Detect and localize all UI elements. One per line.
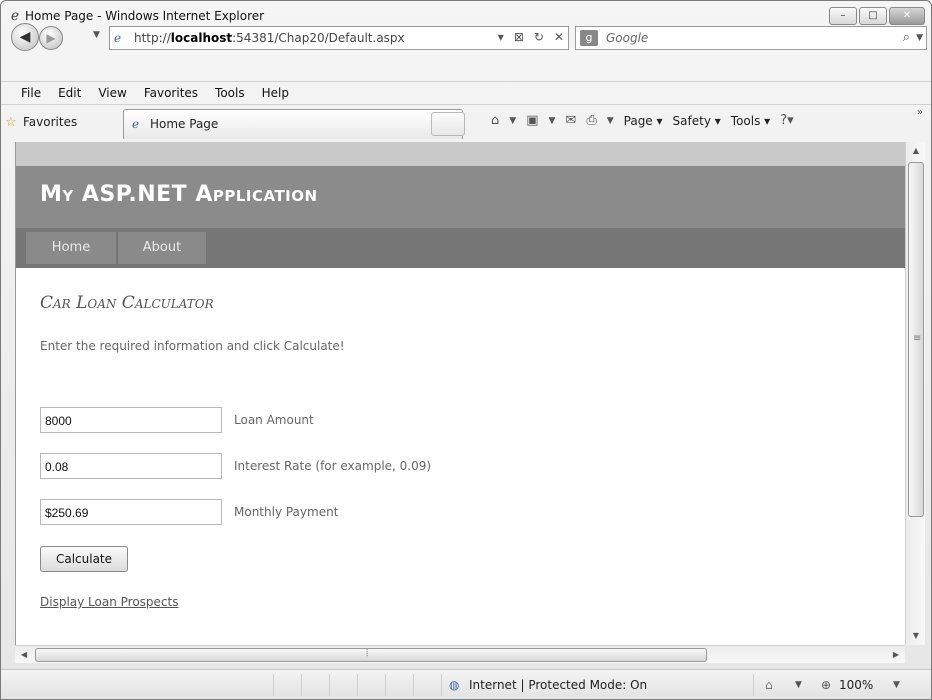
protected-mode-dropdown-icon[interactable]: ▼ (795, 680, 802, 690)
loan-amount-label: Loan Amount (234, 413, 314, 427)
status-divider (385, 674, 386, 696)
scroll-left-icon[interactable]: ◀ (15, 646, 33, 664)
site-nav: Home About (16, 228, 905, 268)
status-divider (273, 674, 274, 696)
zoom-level[interactable]: 100% (839, 678, 873, 692)
mail-icon[interactable]: ✉ (565, 113, 576, 128)
print-dropdown-icon[interactable]: ▼ (607, 116, 614, 126)
display-loan-prospects-link[interactable]: Display Loan Prospects (40, 595, 178, 609)
zoom-icon[interactable]: ⊕ (821, 678, 831, 692)
favorites-bar: ☆ Favorites ℯ Home Page ⌂ ▼ ▣ ▼ ✉ ⎙ ▼ Pa… (1, 104, 931, 140)
zoom-dropdown-icon[interactable]: ▼ (893, 680, 900, 690)
home-dropdown-icon[interactable]: ▼ (509, 116, 516, 126)
menu-edit[interactable]: Edit (58, 86, 81, 100)
favorites-star-icon[interactable]: ☆ (5, 115, 17, 130)
menu-bar: File Edit View Favorites Tools Help (1, 81, 931, 103)
page-icon: ℯ (132, 117, 140, 131)
horizontal-scroll-thumb[interactable]: ⦙ (35, 648, 707, 662)
internet-zone-icon: ◍ (449, 678, 460, 692)
calculate-button[interactable]: Calculate (40, 546, 128, 572)
print-icon[interactable]: ⎙ (586, 113, 596, 128)
safety-menu[interactable]: Safety ▾ (673, 114, 721, 128)
nav-about[interactable]: About (118, 232, 206, 264)
feeds-dropdown-icon[interactable]: ▼ (548, 116, 555, 126)
page-heading: Car Loan Calculator (40, 293, 214, 313)
favorites-button[interactable]: Favorites (23, 115, 77, 129)
scroll-down-icon[interactable]: ▼ (906, 627, 926, 645)
interest-rate-input[interactable]: 0.08 (40, 453, 222, 479)
status-divider (329, 674, 330, 696)
forward-button[interactable]: ▶ (39, 26, 63, 50)
loan-amount-input[interactable]: 8000 (40, 407, 222, 433)
new-tab-button[interactable] (431, 112, 465, 136)
search-placeholder: Google (606, 31, 649, 45)
security-zone-text[interactable]: Internet | Protected Mode: On (469, 678, 647, 692)
intro-text: Enter the required information and click… (40, 339, 345, 353)
monthly-payment-input[interactable]: $250.69 (40, 499, 222, 525)
browser-window: ℯ Home Page - Windows Internet Explorer … (0, 0, 932, 700)
feeds-icon[interactable]: ▣ (526, 113, 538, 128)
page-top-strip (16, 142, 905, 166)
protected-mode-icon[interactable]: ⌂ (765, 678, 773, 692)
menu-file[interactable]: File (21, 86, 41, 100)
refresh-icon[interactable]: ↻ (534, 30, 544, 44)
address-row: ◀ ▶ ▼ ℯ http://localhost:54381/Chap20/De… (1, 21, 931, 55)
address-bar[interactable]: ℯ http://localhost:54381/Chap20/Default.… (109, 26, 569, 50)
address-dropdown-icon[interactable]: ▾ (498, 30, 504, 44)
search-box[interactable]: g Google ⌕ ▼ (575, 26, 927, 50)
tab-label: Home Page (150, 117, 219, 131)
status-divider (413, 674, 414, 696)
site-header: My ASP.NET Application (16, 166, 905, 228)
status-divider (301, 674, 302, 696)
page-viewport: My ASP.NET Application Home About Car Lo… (15, 142, 905, 645)
app-title: My ASP.NET Application (40, 182, 318, 207)
grip-icon: ≡ (913, 333, 922, 344)
search-icon[interactable]: ⌕ (903, 30, 910, 45)
home-icon[interactable]: ⌂ (491, 113, 499, 128)
tools-menu[interactable]: Tools ▾ (731, 114, 770, 128)
help-icon[interactable]: ?▾ (780, 113, 793, 128)
grip-icon: ⦙ (366, 648, 369, 659)
status-divider (753, 674, 754, 696)
menu-help[interactable]: Help (262, 86, 289, 100)
search-dropdown-icon[interactable]: ▼ (916, 33, 923, 43)
scroll-up-icon[interactable]: ▲ (906, 142, 926, 160)
address-url[interactable]: http://localhost:54381/Chap20/Default.as… (134, 31, 405, 45)
menu-favorites[interactable]: Favorites (144, 86, 198, 100)
scroll-right-icon[interactable]: ▶ (887, 646, 905, 664)
vertical-scroll-thumb[interactable]: ≡ (908, 162, 924, 517)
interest-rate-label: Interest Rate (for example, 0.09) (234, 459, 432, 473)
back-button[interactable]: ◀ (11, 23, 39, 51)
command-bar: ⌂ ▼ ▣ ▼ ✉ ⎙ ▼ Page ▾ Safety ▾ Tools ▾ ?▾ (491, 113, 794, 128)
monthly-payment-label: Monthly Payment (234, 505, 339, 519)
nav-home[interactable]: Home (26, 232, 116, 264)
menu-view[interactable]: View (98, 86, 126, 100)
page-menu[interactable]: Page ▾ (624, 114, 663, 128)
horizontal-scrollbar[interactable]: ◀ ⦙ ▶ (15, 645, 905, 663)
chevron-more-icon[interactable]: » (917, 107, 923, 118)
tab-home-page[interactable]: ℯ Home Page (123, 109, 463, 139)
vertical-scrollbar[interactable]: ▲ ≡ ▼ (905, 142, 925, 645)
stop-icon[interactable]: ✕ (554, 30, 564, 44)
page-icon: ℯ (114, 31, 122, 45)
status-bar: ◍ Internet | Protected Mode: On ⌂ ▼ ⊕ 10… (1, 669, 931, 699)
status-divider (357, 674, 358, 696)
menu-tools[interactable]: Tools (215, 86, 245, 100)
google-logo-icon: g (580, 30, 598, 46)
status-divider (441, 674, 442, 696)
compatibility-icon[interactable]: ⊠ (514, 30, 524, 44)
address-tools: ▾ ⊠ ↻ ✕ (498, 30, 564, 44)
history-dropdown-icon[interactable]: ▼ (93, 30, 100, 40)
